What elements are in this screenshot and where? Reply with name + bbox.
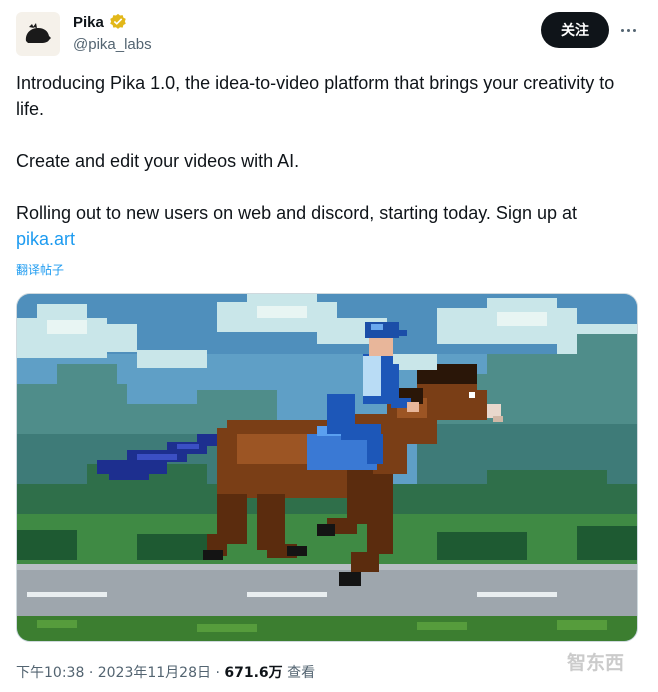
pixel-horse-rider-image bbox=[17, 294, 637, 641]
tweet-meta: 下午10:38 · 2023年11月28日 · 671.6万 查看 bbox=[16, 665, 316, 681]
tweet-line-2: Create and edit your videos with AI. bbox=[16, 151, 300, 171]
avatar[interactable] bbox=[16, 12, 60, 56]
tweet-line-1: Introducing Pika 1.0, the idea-to-video … bbox=[16, 73, 615, 119]
tweet-text: Introducing Pika 1.0, the idea-to-video … bbox=[16, 70, 636, 252]
author-name-row[interactable]: Pika bbox=[73, 13, 127, 31]
pika-logo-icon bbox=[25, 23, 51, 43]
tweet-link[interactable]: pika.art bbox=[16, 229, 75, 249]
more-options-icon[interactable] bbox=[616, 18, 640, 42]
tweet-line-3-text: Rolling out to new users on web and disc… bbox=[16, 203, 577, 223]
tweet-date[interactable]: 2023年11月28日 bbox=[98, 665, 211, 681]
author-handle[interactable]: @pika_labs bbox=[73, 36, 152, 53]
watermark: 智东西 bbox=[567, 652, 625, 674]
tweet-time[interactable]: 下午10:38 bbox=[16, 665, 84, 681]
follow-button[interactable]: 关注 bbox=[541, 12, 609, 48]
author-display-name[interactable]: Pika bbox=[73, 14, 104, 31]
translate-post-link[interactable]: 翻译帖子 bbox=[16, 261, 64, 278]
tweet-media-video[interactable] bbox=[16, 293, 638, 642]
verified-badge-icon bbox=[110, 13, 126, 29]
tweet-line-3: Rolling out to new users on web and disc… bbox=[16, 200, 636, 252]
view-label: 查看 bbox=[287, 665, 316, 681]
view-count: 671.6万 bbox=[224, 665, 283, 681]
